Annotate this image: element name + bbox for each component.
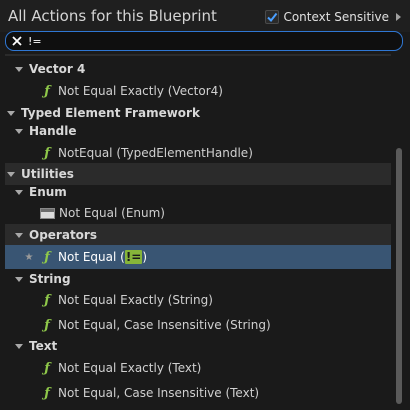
action-item[interactable]: ƒ Not Equal Exactly (String)	[5, 289, 391, 311]
function-icon: ƒ	[44, 83, 50, 99]
chevron-down-icon[interactable]	[15, 276, 23, 282]
action-item[interactable]: ƒ Not Equal Exactly (Text)	[5, 357, 391, 379]
chevron-down-icon[interactable]	[7, 171, 15, 177]
checkmark-icon	[267, 12, 278, 23]
context-sensitive-toggle[interactable]: Context Sensitive	[265, 8, 401, 26]
function-icon: ƒ	[44, 292, 50, 308]
category-handle[interactable]: Handle	[5, 120, 391, 142]
chevron-down-icon[interactable]	[15, 128, 23, 134]
chevron-down-icon[interactable]	[15, 343, 23, 349]
action-item-selected[interactable]: ★ ƒ Not Equal ( != )	[5, 245, 391, 269]
action-label: Not Equal Exactly (Text)	[58, 361, 202, 375]
action-label: Not Equal, Case Insensitive (Text)	[58, 386, 260, 400]
category-string[interactable]: String	[5, 268, 391, 290]
star-icon[interactable]: ★	[22, 252, 36, 263]
close-icon	[12, 36, 22, 46]
chevron-right-icon[interactable]	[396, 13, 401, 21]
category-row-partial	[5, 54, 391, 56]
function-icon: ƒ	[44, 385, 50, 401]
action-item[interactable]: Not Equal (Enum)	[5, 202, 391, 224]
category-label: Typed Element Framework	[21, 106, 200, 120]
enum-icon	[40, 207, 55, 219]
scrollbar-thumb[interactable]	[396, 148, 402, 404]
category-label: Utilities	[21, 167, 74, 181]
scrollbar-track[interactable]	[396, 54, 402, 406]
chevron-down-icon[interactable]	[15, 189, 23, 195]
category-operators[interactable]: Operators	[5, 224, 391, 246]
category-vector4[interactable]: Vector 4	[5, 58, 391, 80]
clear-search-button[interactable]	[6, 36, 28, 46]
function-icon: ƒ	[44, 360, 50, 376]
action-list: Vector 4 ƒ Not Equal Exactly (Vector4) T…	[5, 54, 395, 406]
function-icon: ƒ	[44, 317, 50, 333]
action-label: NotEqual (TypedElementHandle)	[58, 146, 253, 160]
action-label: Not Equal Exactly (String)	[58, 293, 213, 307]
category-label: Handle	[29, 124, 77, 138]
chevron-down-icon[interactable]	[7, 110, 15, 116]
chevron-down-icon[interactable]	[15, 66, 23, 72]
search-input[interactable]	[28, 33, 402, 49]
action-label-prefix: Not Equal (	[58, 250, 125, 264]
action-item[interactable]: ƒ NotEqual (TypedElementHandle)	[5, 142, 391, 164]
context-sensitive-label: Context Sensitive	[283, 10, 389, 24]
action-item[interactable]: ƒ Not Equal Exactly (Vector4)	[5, 80, 391, 102]
action-label: Not Equal (Enum)	[59, 206, 165, 220]
panel-title: All Actions for this Blueprint	[8, 7, 217, 25]
function-icon: ƒ	[44, 145, 50, 161]
category-label: Operators	[29, 228, 97, 242]
header-bar: All Actions for this Blueprint Context S…	[0, 0, 410, 32]
action-label: Not Equal, Case Insensitive (String)	[58, 318, 271, 332]
category-text[interactable]: Text	[5, 335, 391, 357]
category-label: String	[29, 272, 71, 286]
action-item[interactable]: ƒ Not Equal, Case Insensitive (Text)	[5, 382, 391, 404]
action-item[interactable]: ƒ Not Equal, Case Insensitive (String)	[5, 314, 391, 336]
function-icon: ƒ	[44, 249, 50, 265]
category-label: Vector 4	[29, 62, 86, 76]
context-sensitive-checkbox[interactable]	[265, 10, 280, 24]
chevron-down-icon[interactable]	[15, 232, 23, 238]
category-label: Enum	[29, 185, 67, 199]
action-label: Not Equal Exactly (Vector4)	[58, 84, 223, 98]
search-match-highlight: !=	[124, 250, 143, 264]
category-label: Text	[29, 339, 58, 353]
category-enum[interactable]: Enum	[5, 181, 391, 203]
search-box	[5, 31, 403, 51]
action-label-suffix: )	[142, 250, 148, 264]
